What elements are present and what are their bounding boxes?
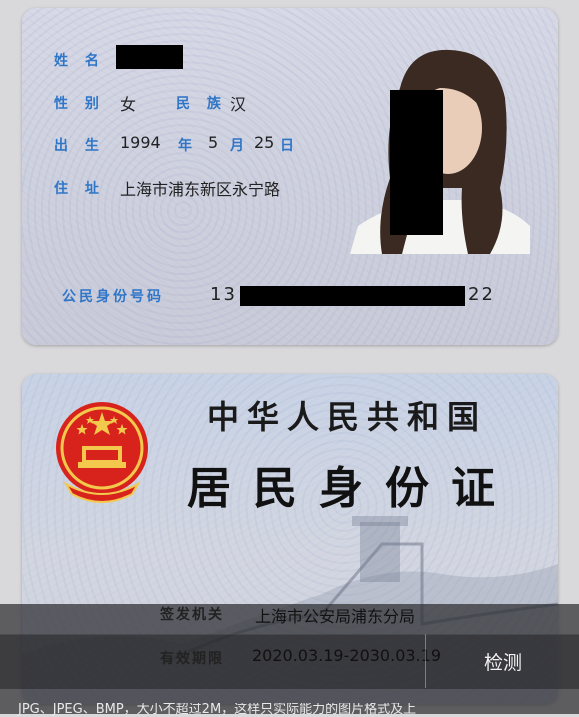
detect-button-label: 检测 <box>483 651 522 674</box>
ethnicity-label: 民 族 <box>176 96 227 112</box>
national-emblem-icon <box>56 402 148 503</box>
address-value: 上海市浦东新区永宁路 <box>120 180 281 199</box>
face-redaction <box>390 90 443 235</box>
id-number-prefix: 13 <box>210 284 237 305</box>
validity-label: 有效期限 <box>160 651 224 667</box>
birth-day-unit: 日 <box>280 138 294 154</box>
format-hint: JPG、JPEG、BMP，大小不超过2M，这样只实际能力的图片格式及上 <box>18 703 417 717</box>
name-label: 姓 名 <box>54 53 105 69</box>
birth-month-unit: 月 <box>230 138 244 154</box>
birth-year-unit: 年 <box>178 138 192 154</box>
detect-button[interactable]: 检测 <box>425 634 579 688</box>
gender-label: 性 别 <box>54 96 105 112</box>
validity-value: 2020.03.19-2030.03.19 <box>252 646 441 665</box>
authority-label: 签发机关 <box>160 607 224 623</box>
address-label: 住 址 <box>54 181 105 197</box>
birth-month: 5 <box>208 133 219 152</box>
ethnicity-value: 汉 <box>230 95 247 114</box>
id-card-front: 姓 名 性 别 女 民 族 汉 出 生 1994 年 5 月 25 日 住 址 … <box>22 8 558 345</box>
gender-value: 女 <box>120 95 137 114</box>
authority-value: 上海市公安局浦东分局 <box>255 607 416 626</box>
id-number-label: 公民身份号码 <box>62 289 164 305</box>
name-redaction <box>116 45 183 69</box>
id-number-suffix: 22 <box>468 284 495 305</box>
birth-label: 出 生 <box>54 138 105 154</box>
birth-year: 1994 <box>120 133 161 152</box>
id-number-redaction <box>240 286 465 306</box>
birth-day: 25 <box>254 133 275 152</box>
country-title: 中华人民共和国 <box>207 398 488 436</box>
